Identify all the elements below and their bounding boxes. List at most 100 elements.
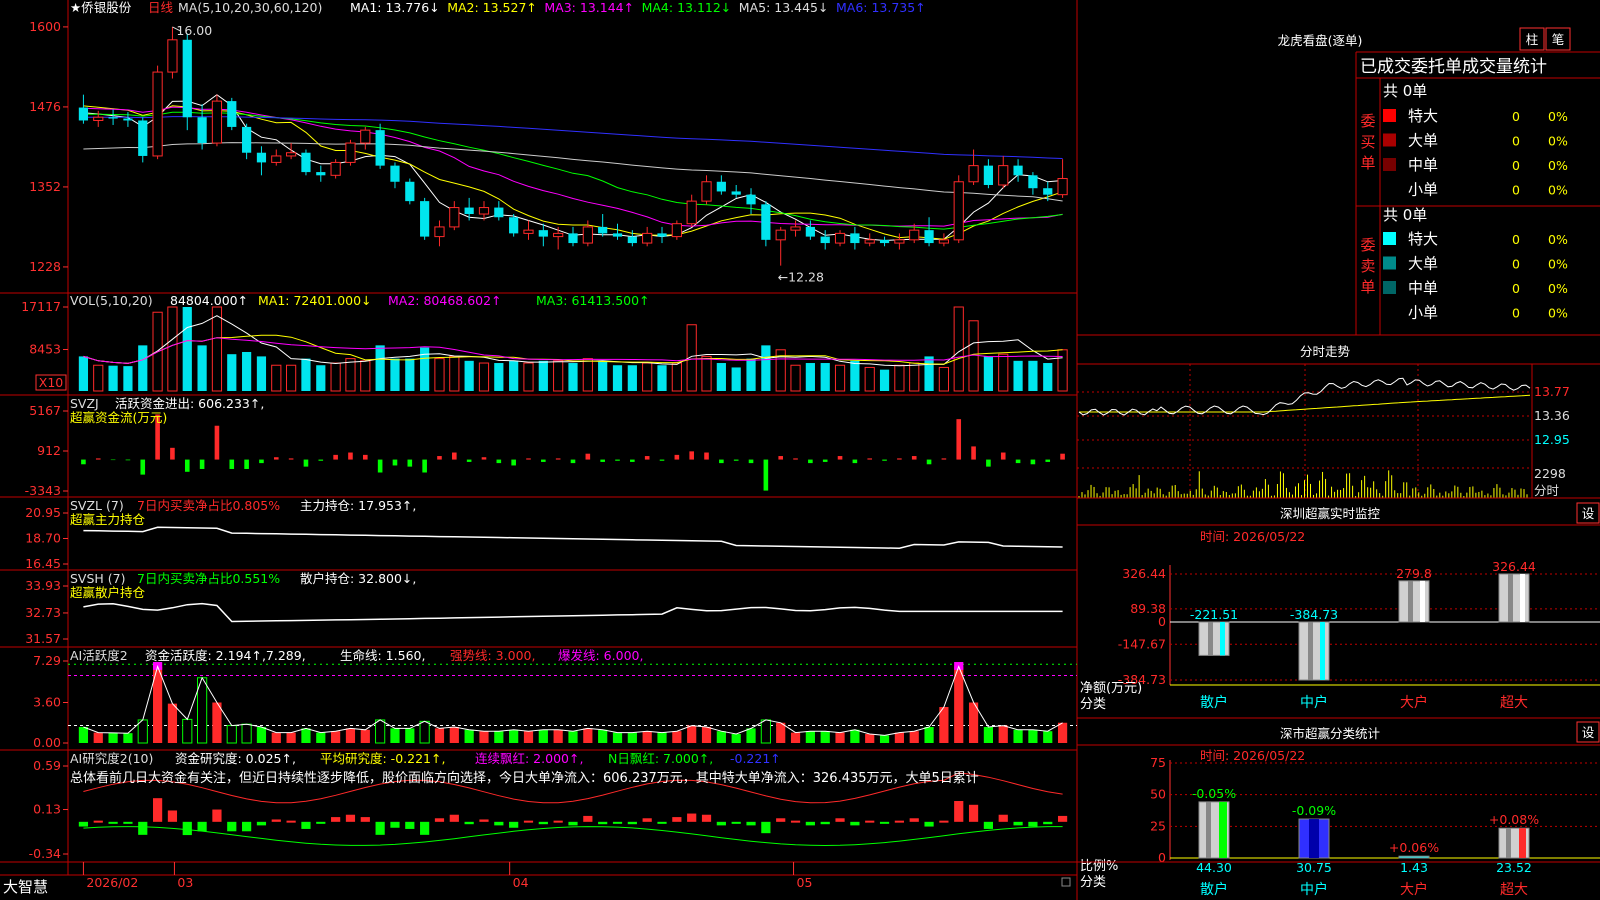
fund-flow-bar bbox=[600, 459, 605, 462]
terminal-canvas[interactable]: 1600 1476 1352 1228 16.00 ←12.28 ★侨银股份 日线 MA(5,1… bbox=[0, 0, 1600, 900]
candle-body bbox=[211, 100, 223, 144]
activity-bar bbox=[909, 731, 919, 743]
research-bar bbox=[286, 820, 296, 823]
fund-flow-bar bbox=[822, 459, 828, 462]
ai2-n-red: N日飘红: 7.000↑, bbox=[608, 751, 713, 766]
candle-body bbox=[242, 126, 252, 153]
research-bar bbox=[1013, 821, 1023, 826]
sz-bar-shade bbox=[1508, 574, 1513, 622]
cls-settings-label[interactable]: 设 bbox=[1582, 725, 1595, 740]
candle-body bbox=[775, 229, 786, 241]
cls-title[interactable]: 深市超赢分类统计 bbox=[1280, 726, 1380, 741]
sz-settings-label[interactable]: 设 bbox=[1582, 506, 1595, 521]
volume-bar bbox=[509, 360, 519, 391]
fund-flow-bar bbox=[333, 454, 338, 460]
stock-name[interactable]: ★侨银股份 bbox=[70, 0, 132, 15]
research-bar bbox=[731, 821, 741, 824]
research-bar bbox=[954, 801, 964, 822]
activity-bar bbox=[746, 728, 756, 743]
buy-row-name: 特大 bbox=[1408, 107, 1438, 125]
activity-bar bbox=[464, 729, 474, 743]
buy-color-swatch bbox=[1383, 133, 1396, 147]
sz-bar-shade bbox=[1208, 622, 1213, 656]
buy-row-value: 0 bbox=[1512, 158, 1520, 173]
ai1-burst: 爆发线: 6.000, bbox=[558, 648, 643, 663]
sell-row-name: 大单 bbox=[1408, 255, 1438, 273]
ai2-comment: 总体看前几日大资金有关注，但近日持续性逐步降低，股价面临方向选择，今日大单净流入… bbox=[70, 770, 979, 786]
activity-bar bbox=[672, 731, 682, 743]
ai2-red-streak: 连续飘红: 2.000↑, bbox=[475, 751, 583, 766]
sell-row-value: 0 bbox=[1512, 232, 1520, 247]
activity-bar bbox=[612, 732, 623, 743]
ai1-life: 生命线: 1.560, bbox=[340, 648, 425, 663]
sz-bar-highlight bbox=[1520, 574, 1525, 622]
candle-body bbox=[924, 230, 934, 244]
candle-body bbox=[420, 201, 430, 237]
volume-bar bbox=[820, 363, 830, 391]
research-bar bbox=[390, 821, 400, 828]
cls-ytick: 75 bbox=[1150, 755, 1166, 770]
activity-bar bbox=[583, 728, 593, 743]
fund-flow-bar bbox=[466, 459, 472, 462]
fund-flow-bar bbox=[437, 456, 442, 460]
ma-value-1: MA1: 13.776↓ bbox=[350, 0, 440, 15]
tick-view-button-label[interactable]: 笔 bbox=[1552, 32, 1565, 47]
svsh-header: SVSH (7) bbox=[70, 571, 126, 586]
research-bar bbox=[790, 820, 801, 823]
activity-bar bbox=[790, 732, 801, 743]
a1-ytick-label: 7.29 bbox=[33, 653, 61, 668]
cls-bar-大户[interactable] bbox=[1398, 855, 1430, 859]
volume-bar bbox=[449, 355, 460, 392]
fund-flow-bar bbox=[837, 456, 843, 460]
candle-body bbox=[1043, 188, 1053, 195]
fund-flow-bar bbox=[288, 458, 294, 460]
volume-bar bbox=[375, 345, 385, 391]
activity-bar bbox=[716, 731, 726, 743]
xaxis-label: 05 bbox=[797, 875, 813, 890]
fund-flow-bar bbox=[362, 454, 368, 460]
activity-bar bbox=[316, 732, 326, 743]
sz-category-label: 中户 bbox=[1300, 694, 1328, 711]
volume-bar bbox=[627, 365, 637, 391]
research-bar bbox=[123, 821, 133, 824]
intraday-title[interactable]: 分时走势 bbox=[1300, 344, 1351, 359]
fund-flow-bar bbox=[81, 459, 86, 465]
research-bar bbox=[331, 817, 341, 822]
sell-total: 共 0单 bbox=[1383, 206, 1427, 224]
research-bar bbox=[672, 817, 682, 822]
fund-flow-bar bbox=[971, 446, 976, 460]
svzl-header: SVZL (7) bbox=[70, 498, 124, 513]
fund-flow-bar bbox=[704, 452, 709, 460]
activity-bar bbox=[108, 732, 118, 743]
period-label[interactable]: 日线 bbox=[148, 0, 174, 15]
candle-body bbox=[598, 226, 608, 234]
activity-bar bbox=[331, 731, 341, 743]
sh-ytick-label: 33.93 bbox=[25, 578, 61, 593]
research-bar bbox=[197, 821, 207, 832]
research-bar bbox=[598, 821, 608, 825]
main-ytick-label: 1476 bbox=[29, 99, 61, 114]
candle-body bbox=[909, 229, 920, 241]
volume-bar bbox=[138, 345, 148, 391]
candle-body bbox=[123, 118, 133, 121]
sell-side-label-char: 卖 bbox=[1360, 257, 1375, 275]
candle-body bbox=[390, 165, 400, 182]
intraday-ytick: 13.36 bbox=[1534, 408, 1570, 423]
volume-bar bbox=[538, 360, 548, 391]
candle-body bbox=[108, 117, 118, 119]
candle-body bbox=[494, 207, 504, 218]
bar-view-button-label[interactable]: 柱 bbox=[1526, 32, 1539, 47]
volume-bar bbox=[167, 306, 178, 392]
volume-bar bbox=[1013, 360, 1023, 391]
volume-bar bbox=[256, 356, 267, 391]
fund-flow-bar bbox=[1000, 452, 1006, 460]
intraday-avg-line bbox=[1079, 394, 1531, 413]
fund-flow-bar bbox=[956, 419, 962, 460]
fund-flow-bar bbox=[630, 459, 635, 462]
cls-bar-delta: -0.05% bbox=[1192, 786, 1236, 801]
sz-bar-highlight bbox=[1320, 622, 1325, 680]
activity-bar bbox=[598, 729, 608, 743]
sz-bar-label: 279.8 bbox=[1396, 566, 1432, 581]
candle-body bbox=[227, 101, 237, 127]
sz-title[interactable]: 深圳超赢实时监控 bbox=[1280, 506, 1381, 521]
